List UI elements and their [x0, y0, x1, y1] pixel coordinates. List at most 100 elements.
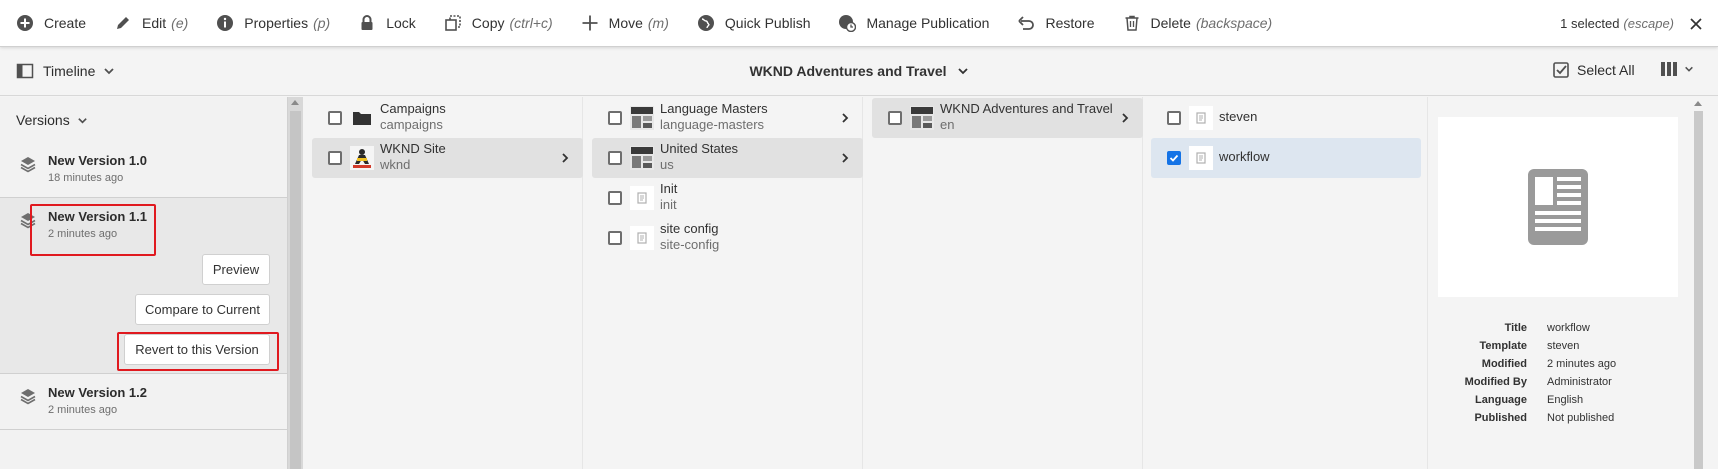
delete-label: Delete — [1150, 15, 1191, 31]
item-checkbox[interactable] — [608, 231, 622, 245]
quick-publish-button[interactable]: Quick Publish — [683, 0, 825, 47]
pencil-icon — [117, 17, 130, 29]
meta-key: Title — [1504, 322, 1527, 334]
column-view-icon — [1661, 62, 1677, 76]
item-name: wknd — [380, 157, 411, 172]
layers-icon — [20, 389, 36, 405]
close-selection-button[interactable] — [1674, 0, 1718, 47]
compare-to-current-button[interactable]: Compare to Current — [135, 294, 270, 325]
item-checkbox[interactable] — [888, 111, 902, 125]
versions-filter-label: Versions — [16, 112, 70, 128]
column-item-site-config[interactable]: site config site-config — [592, 218, 863, 258]
item-name: campaigns — [380, 117, 443, 132]
view-switcher[interactable] — [1660, 60, 1694, 78]
page-icon — [1189, 106, 1213, 130]
layers-icon — [20, 213, 36, 229]
delete-button[interactable]: Delete (backspace) — [1109, 0, 1287, 47]
rail-scrollbar[interactable] — [288, 97, 303, 469]
select-all-button[interactable]: Select All — [1552, 61, 1635, 79]
selection-count: 1 selected — [1560, 16, 1620, 31]
item-checkbox[interactable] — [608, 111, 622, 125]
globe-icon — [697, 15, 714, 31]
item-title: WKND Adventures and Travel — [940, 101, 1113, 116]
action-bar: Create Edit (e) Properties (p) Lock Copy… — [0, 0, 1718, 47]
column: Language Masters language-masters United… — [583, 97, 863, 469]
chevron-down-icon — [957, 68, 968, 75]
close-icon — [1690, 17, 1702, 30]
edit-label: Edit — [142, 15, 167, 31]
column-item-language-masters[interactable]: Language Masters language-masters — [592, 98, 863, 138]
meta-value: Administrator — [1547, 376, 1612, 388]
meta-row-published: Published Not published — [1372, 409, 1682, 427]
version-title: New Version 1.0 — [48, 153, 147, 168]
column: Campaigns campaigns WKND Site wknd — [303, 97, 583, 469]
column-item-wknd-adventures[interactable]: WKND Adventures and Travel en — [872, 98, 1143, 138]
item-title: WKND Site — [380, 141, 446, 156]
copy-label: Copy — [471, 15, 505, 31]
edit-button[interactable]: Edit (e) — [100, 0, 202, 47]
versions-filter[interactable]: Versions — [16, 112, 88, 128]
page-icon — [630, 186, 654, 210]
item-checkbox-checked[interactable] — [1167, 151, 1181, 165]
scroll-up-arrow-icon — [1694, 101, 1702, 106]
page-document-icon — [1528, 169, 1588, 245]
scrollbar-thumb[interactable] — [290, 111, 301, 469]
meta-key: Template — [1479, 340, 1527, 352]
meta-row-modified: Modified 2 minutes ago — [1372, 355, 1682, 373]
column: WKND Adventures and Travel en — [863, 97, 1143, 469]
item-title: steven — [1219, 109, 1258, 124]
version-item[interactable]: New Version 1.0 18 minutes ago — [0, 142, 287, 198]
edit-shortcut: (e) — [171, 15, 189, 31]
item-name: site-config — [660, 237, 720, 252]
page-icon — [1189, 146, 1213, 170]
scrollbar-thumb[interactable] — [1694, 111, 1703, 469]
meta-key: Language — [1475, 394, 1527, 406]
column-item-united-states[interactable]: United States us — [592, 138, 863, 178]
manage-publication-label: Manage Publication — [866, 15, 990, 31]
item-checkbox[interactable] — [328, 111, 342, 125]
move-button[interactable]: Move (m) — [567, 0, 683, 47]
item-checkbox[interactable] — [608, 151, 622, 165]
preview-button[interactable]: Preview — [202, 254, 270, 285]
meta-key: Modified By — [1464, 376, 1527, 388]
page-title: WKND Adventures and Travel — [749, 63, 947, 79]
main-scrollbar[interactable] — [1692, 97, 1704, 469]
lock-button[interactable]: Lock — [344, 0, 430, 47]
plus-circle-icon — [17, 15, 33, 31]
page-icon — [630, 226, 654, 250]
preview-metadata: Title workflow Template steven Modified 2 m… — [1372, 319, 1682, 427]
column-item-campaigns[interactable]: Campaigns campaigns — [312, 98, 583, 138]
create-button[interactable]: Create — [0, 0, 100, 47]
restore-button[interactable]: Restore — [1003, 0, 1108, 47]
column-item-workflow[interactable]: workflow — [1151, 138, 1421, 178]
breadcrumb-button[interactable]: WKND Adventures and Travel — [749, 63, 968, 79]
page-thumbnail — [630, 146, 654, 170]
scroll-up-arrow-icon — [291, 100, 299, 105]
properties-button[interactable]: Properties (p) — [202, 0, 344, 47]
item-checkbox[interactable] — [608, 191, 622, 205]
column-item-wknd-site[interactable]: WKND Site wknd — [312, 138, 583, 178]
page-thumbnail — [910, 106, 934, 130]
copy-button[interactable]: Copy (ctrl+c) — [430, 0, 567, 47]
revert-version-button[interactable]: Revert to this Version — [124, 334, 270, 365]
version-item-expanded[interactable]: New Version 1.1 2 minutes ago Preview Co… — [0, 198, 287, 374]
quick-publish-label: Quick Publish — [724, 15, 811, 31]
chevron-right-icon — [842, 153, 849, 163]
manage-publication-button[interactable]: Manage Publication — [824, 0, 1003, 47]
meta-key: Modified — [1481, 358, 1527, 370]
item-title: site config — [660, 221, 719, 236]
item-checkbox[interactable] — [328, 151, 342, 165]
checkmark-icon — [1169, 154, 1179, 162]
column-item-init[interactable]: Init init — [592, 178, 863, 218]
check-square-icon — [1553, 62, 1569, 78]
version-time: 2 minutes ago — [48, 228, 118, 240]
undo-icon — [1018, 16, 1035, 30]
version-item[interactable]: New Version 1.2 2 minutes ago — [0, 374, 287, 430]
rail-toggle-button[interactable]: Timeline — [16, 62, 115, 80]
column-item-steven[interactable]: steven — [1151, 98, 1421, 138]
info-icon — [217, 15, 234, 31]
create-label: Create — [44, 15, 87, 31]
item-checkbox[interactable] — [1167, 111, 1181, 125]
item-name: us — [660, 157, 674, 172]
chevron-right-icon — [842, 113, 849, 123]
